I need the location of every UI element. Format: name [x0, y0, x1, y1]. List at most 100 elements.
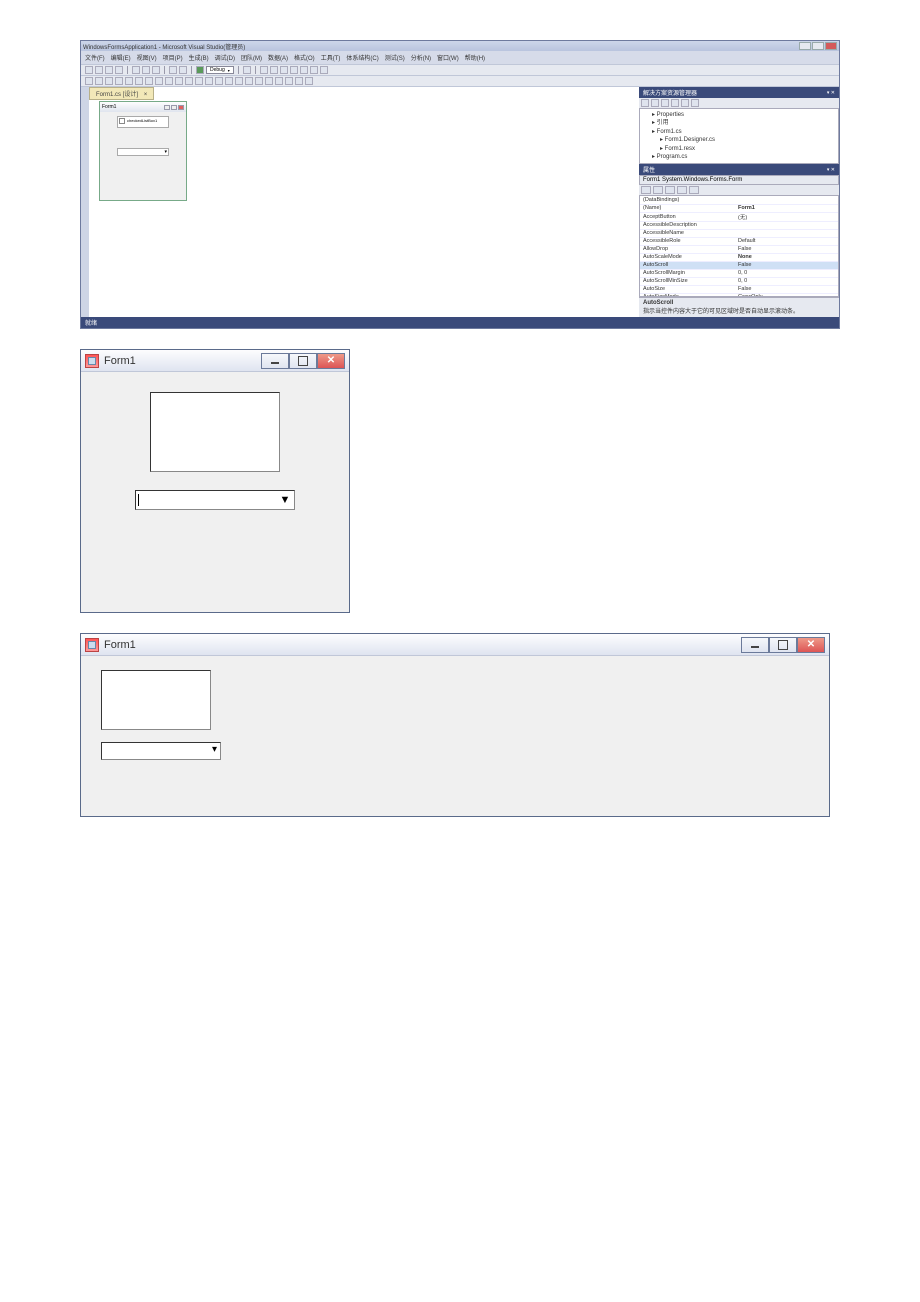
toolbar-icon[interactable]	[300, 66, 308, 74]
toolbar-icon[interactable]	[245, 77, 253, 85]
categorized-icon[interactable]	[641, 186, 651, 194]
start-debug-icon[interactable]	[196, 66, 204, 74]
tree-item[interactable]: ▸ Form1.Designer.cs	[644, 136, 834, 144]
tree-item[interactable]: ▸ Form1.cs	[644, 128, 834, 136]
checked-list-box[interactable]	[101, 670, 211, 730]
property-row[interactable]: AutoScrollMinSize0, 0	[640, 277, 838, 285]
form-designer-preview[interactable]: Form1 checkedListBox1	[99, 101, 187, 201]
solution-tree[interactable]: ▸ Properties▸ 引用▸ Form1.cs▸ Form1.Design…	[639, 108, 839, 164]
maximize-button[interactable]	[812, 42, 824, 50]
toolbar-icon[interactable]	[155, 77, 163, 85]
property-pages-icon[interactable]	[689, 186, 699, 194]
pin-icon[interactable]: ▾ ✕	[827, 90, 835, 96]
menu-analyze[interactable]: 分析(N)	[411, 53, 431, 62]
undo-icon[interactable]	[169, 66, 177, 74]
menu-view[interactable]: 视图(V)	[137, 53, 157, 62]
pin-icon[interactable]: ▾ ✕	[827, 167, 835, 173]
maximize-button[interactable]	[289, 353, 317, 369]
toolbar-icon[interactable]	[285, 77, 293, 85]
menu-team[interactable]: 团队(M)	[241, 53, 262, 62]
toolbar-icon[interactable]	[115, 77, 123, 85]
minimize-button[interactable]	[261, 353, 289, 369]
toolbar-icon[interactable]	[145, 77, 153, 85]
menu-test[interactable]: 测试(S)	[385, 53, 405, 62]
toolbox-strip[interactable]	[81, 87, 89, 317]
maximize-button[interactable]	[769, 637, 797, 653]
dropdown-icon[interactable]: ▼	[278, 493, 292, 507]
toolbar-icon[interactable]	[215, 77, 223, 85]
menu-edit[interactable]: 编辑(E)	[111, 53, 131, 62]
tree-item[interactable]: ▸ Form1.resx	[644, 145, 834, 153]
toolbar-icon[interactable]	[255, 77, 263, 85]
menu-architecture[interactable]: 体系结构(C)	[346, 53, 378, 62]
close-button[interactable]	[825, 42, 837, 50]
menu-window[interactable]: 窗口(W)	[437, 53, 459, 62]
toolbar-icon[interactable]	[205, 77, 213, 85]
toolbar-icon[interactable]	[305, 77, 313, 85]
property-row[interactable]: AutoScrollMargin0, 0	[640, 269, 838, 277]
properties-object-selector[interactable]: Form1 System.Windows.Forms.Form	[639, 175, 839, 185]
menu-help[interactable]: 帮助(H)	[465, 53, 485, 62]
sln-toolbar-icon[interactable]	[671, 99, 679, 107]
property-row[interactable]: (DataBindings)	[640, 196, 838, 204]
checked-list-box[interactable]	[150, 392, 280, 472]
toolbar-icon[interactable]	[175, 77, 183, 85]
toolbar-icon[interactable]	[290, 66, 298, 74]
document-tab[interactable]: Form1.cs [设计] ×	[89, 87, 154, 100]
toolbar-icon[interactable]	[135, 77, 143, 85]
tree-item[interactable]: ▸ Program.cs	[644, 153, 834, 161]
designer-surface[interactable]: Form1.cs [设计] × Form1 checkedListBox1	[89, 87, 639, 317]
property-row[interactable]: AccessibleDescription	[640, 221, 838, 229]
property-row[interactable]: AutoScrollFalse	[640, 261, 838, 269]
toolbar-icon[interactable]	[105, 77, 113, 85]
new-project-icon[interactable]	[85, 66, 93, 74]
menu-build[interactable]: 生成(B)	[189, 53, 209, 62]
property-row[interactable]: AutoScaleModeNone	[640, 253, 838, 261]
save-all-icon[interactable]	[115, 66, 123, 74]
menu-data[interactable]: 数据(A)	[268, 53, 288, 62]
close-button[interactable]: ✕	[797, 637, 825, 653]
redo-icon[interactable]	[179, 66, 187, 74]
toolbar-icon[interactable]	[95, 77, 103, 85]
sln-toolbar-icon[interactable]	[651, 99, 659, 107]
toolbar-icon[interactable]	[243, 66, 251, 74]
tree-item[interactable]: ▸ 引用	[644, 119, 834, 127]
checked-list-box[interactable]: checkedListBox1	[117, 116, 169, 128]
events-icon[interactable]	[677, 186, 687, 194]
alphabetical-icon[interactable]	[653, 186, 663, 194]
sln-toolbar-icon[interactable]	[691, 99, 699, 107]
sln-toolbar-icon[interactable]	[681, 99, 689, 107]
tree-item[interactable]: ▸ Properties	[644, 111, 834, 119]
minimize-button[interactable]	[741, 637, 769, 653]
toolbar-icon[interactable]	[320, 66, 328, 74]
menu-project[interactable]: 项目(P)	[163, 53, 183, 62]
toolbar-icon[interactable]	[195, 77, 203, 85]
toolbar-icon[interactable]	[225, 77, 233, 85]
designer-form-body[interactable]: checkedListBox1	[100, 112, 186, 160]
toolbar-icon[interactable]	[85, 77, 93, 85]
config-selector[interactable]: Debug	[206, 66, 234, 74]
open-icon[interactable]	[95, 66, 103, 74]
properties-icon[interactable]	[665, 186, 675, 194]
close-button[interactable]: ✕	[317, 353, 345, 369]
toolbar-icon[interactable]	[125, 77, 133, 85]
copy-icon[interactable]	[142, 66, 150, 74]
toolbar-icon[interactable]	[275, 77, 283, 85]
combo-box[interactable]	[117, 148, 169, 156]
menu-tools[interactable]: 工具(T)	[321, 53, 341, 62]
menu-format[interactable]: 格式(O)	[294, 53, 315, 62]
toolbar-icon[interactable]	[310, 66, 318, 74]
property-row[interactable]: AutoSizeFalse	[640, 285, 838, 293]
menu-file[interactable]: 文件(F)	[85, 53, 105, 62]
toolbar-icon[interactable]	[280, 66, 288, 74]
sln-toolbar-icon[interactable]	[661, 99, 669, 107]
menu-debug[interactable]: 调试(D)	[215, 53, 235, 62]
properties-grid[interactable]: (DataBindings)(Name)Form1AcceptButton(无)…	[639, 195, 839, 297]
toolbar-icon[interactable]	[265, 77, 273, 85]
sln-toolbar-icon[interactable]	[641, 99, 649, 107]
property-row[interactable]: AcceptButton(无)	[640, 212, 838, 221]
property-row[interactable]: (Name)Form1	[640, 204, 838, 212]
toolbar-icon[interactable]	[295, 77, 303, 85]
property-row[interactable]: AccessibleRoleDefault	[640, 237, 838, 245]
property-row[interactable]: AllowDropFalse	[640, 245, 838, 253]
